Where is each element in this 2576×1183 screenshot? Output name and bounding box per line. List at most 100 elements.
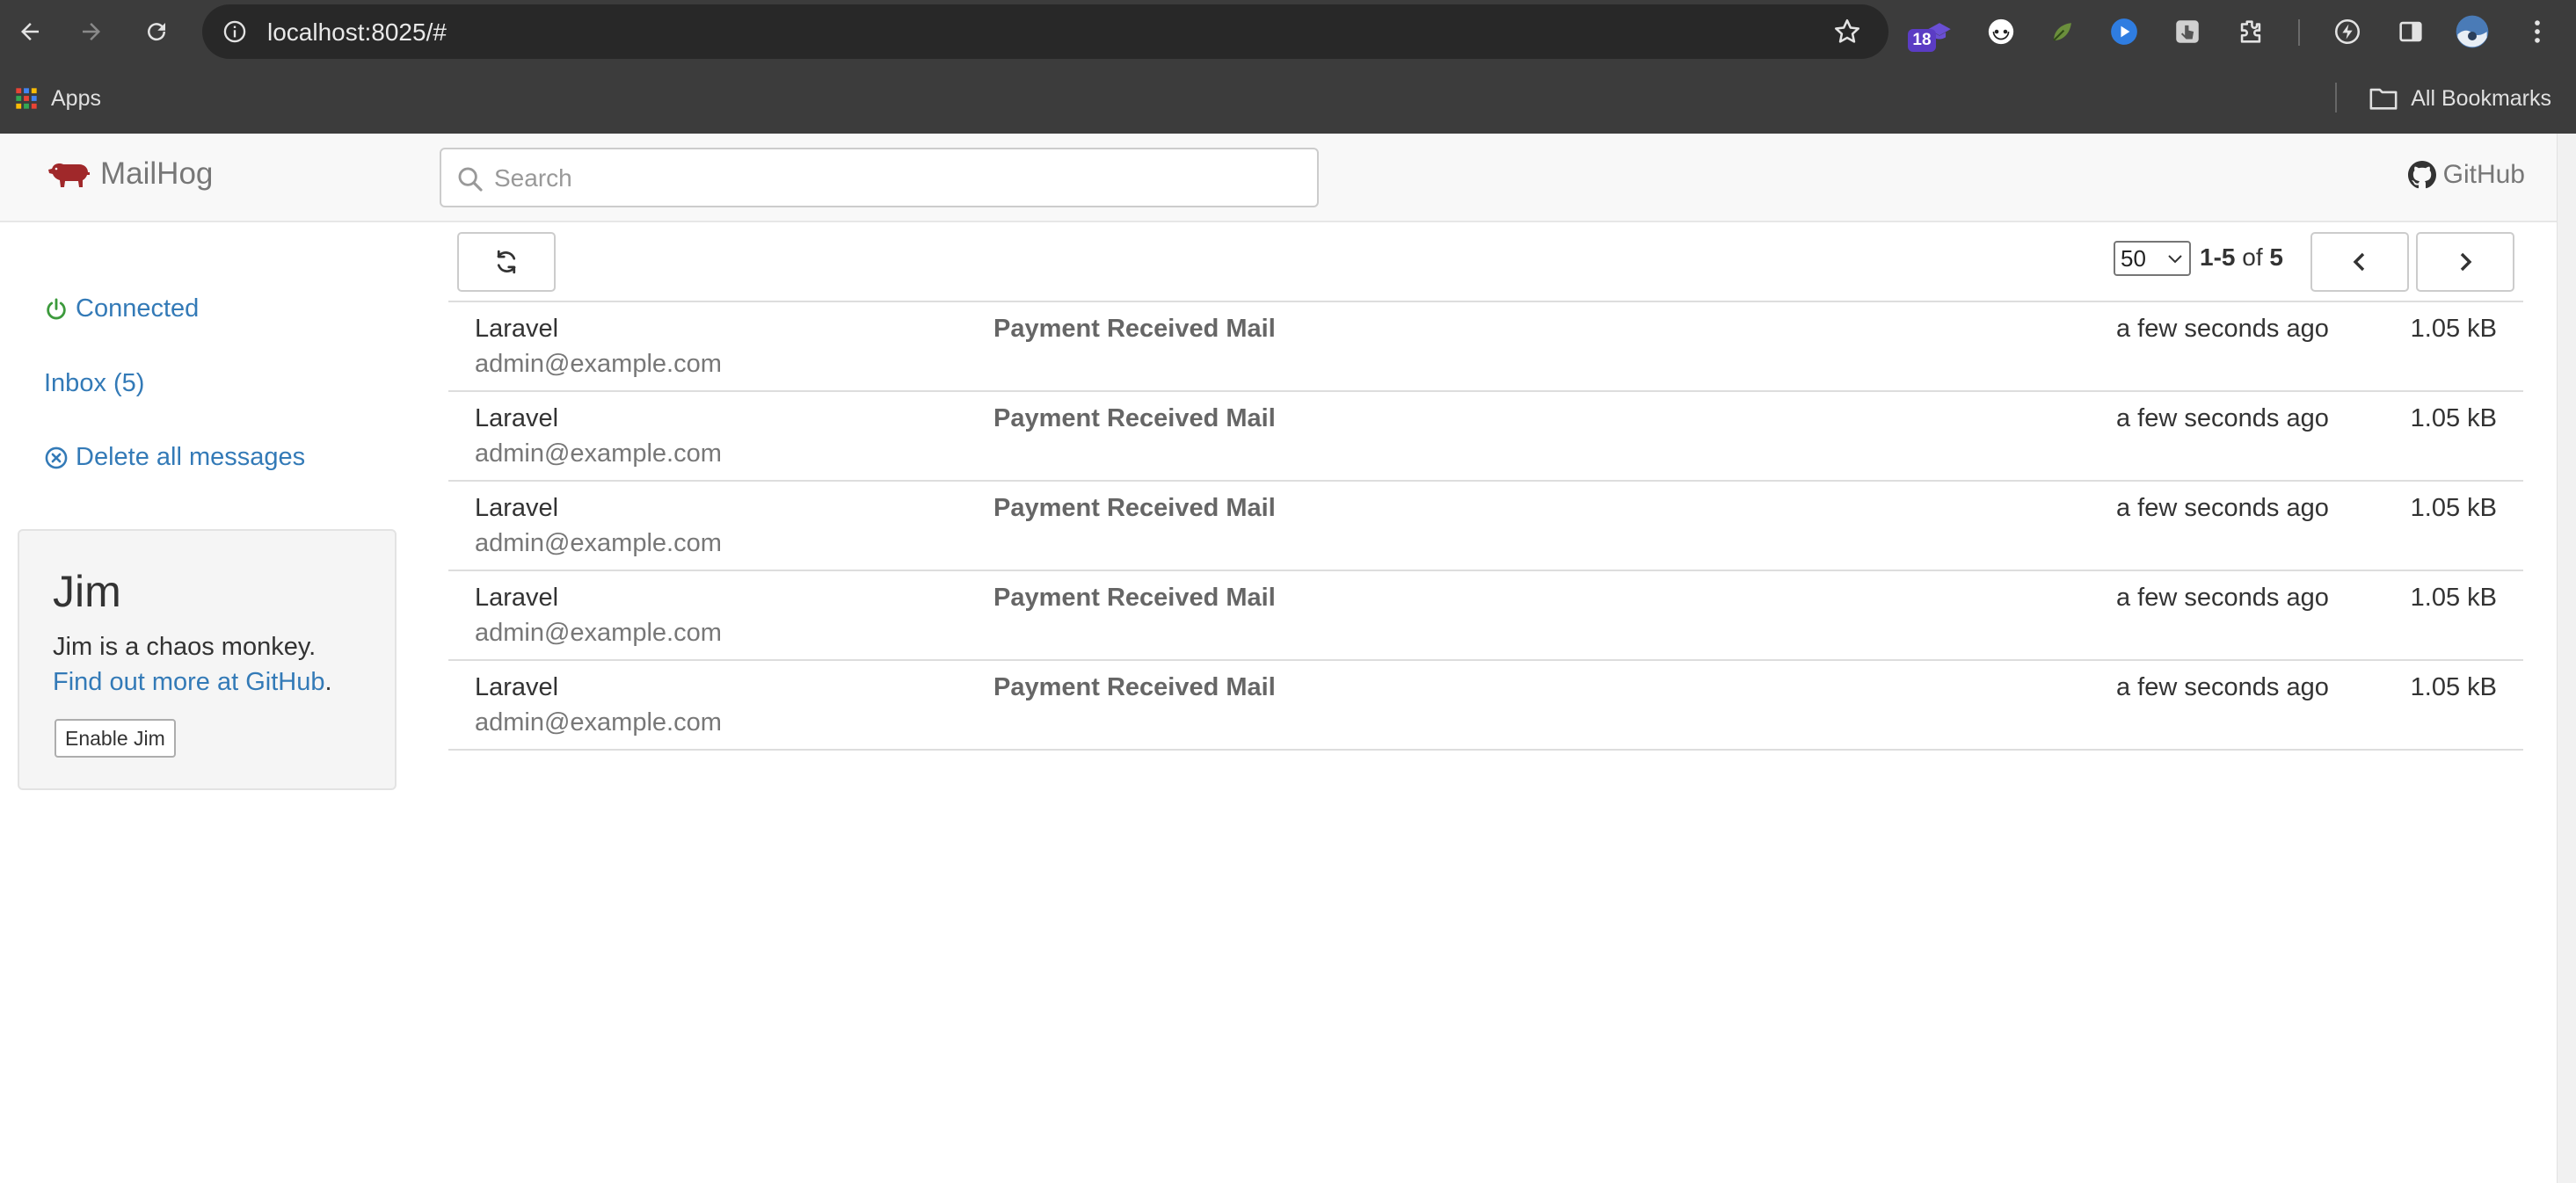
performance-icon[interactable]	[2330, 14, 2365, 49]
delete-all-messages-link[interactable]: Delete all messages	[44, 443, 305, 472]
address-bar[interactable]: localhost:8025/#	[202, 4, 1888, 59]
message-size: 1.05 kB	[2410, 494, 2497, 522]
reload-button[interactable]	[137, 12, 176, 51]
message-list: Laravel admin@example.com Payment Receiv…	[448, 301, 2523, 751]
next-page-button[interactable]	[2416, 232, 2514, 292]
arrow-right-icon	[83, 23, 100, 40]
toolbar-separator	[2298, 19, 2300, 46]
connected-label: Connected	[76, 294, 200, 323]
message-time: a few seconds ago	[2116, 673, 2329, 701]
message-from: Laravel	[475, 315, 559, 343]
search-input[interactable]	[494, 158, 1303, 199]
extension-leaf-icon[interactable]	[2045, 14, 2080, 49]
url-text[interactable]: localhost:8025/#	[267, 18, 447, 47]
chevron-left-icon	[2353, 252, 2365, 272]
jim-description-block: Jim is a chaos monkey. Find out more at …	[53, 629, 332, 700]
message-size: 1.05 kB	[2410, 404, 2497, 432]
reload-icon	[148, 23, 166, 41]
message-email: admin@example.com	[475, 439, 722, 468]
side-panel-icon[interactable]	[2393, 14, 2428, 49]
message-time: a few seconds ago	[2116, 494, 2329, 522]
range-of: of	[2242, 243, 2263, 271]
github-icon	[2407, 161, 2436, 189]
extension-badge: 18	[1908, 29, 1936, 52]
inbox-label: Inbox (5)	[44, 369, 145, 397]
bookmark-apps[interactable]: Apps	[14, 83, 101, 114]
jim-link-suffix: .	[324, 668, 332, 696]
page-scrollbar[interactable]	[2557, 134, 2576, 1183]
per-page-value: 50	[2121, 244, 2146, 272]
extension-play-icon[interactable]	[2107, 14, 2142, 49]
message-size: 1.05 kB	[2410, 584, 2497, 612]
profile-avatar-icon[interactable]	[2455, 14, 2490, 49]
pagination-range: 1-5 of 5	[2200, 243, 2283, 272]
message-time: a few seconds ago	[2116, 315, 2329, 343]
bookmark-star-icon[interactable]	[1830, 15, 1864, 48]
browser-toolbar: localhost:8025/# 18	[0, 0, 2576, 63]
bookmarks-separator	[2335, 83, 2337, 112]
previous-page-button[interactable]	[2310, 232, 2409, 292]
per-page-select[interactable]: 50	[2114, 241, 2191, 276]
chevron-down-icon	[2168, 255, 2182, 264]
message-from: Laravel	[475, 584, 559, 612]
jim-title: Jim	[53, 567, 121, 616]
connection-status[interactable]: Connected	[44, 294, 199, 323]
message-subject: Payment Received Mail	[993, 494, 1276, 522]
search-box[interactable]	[440, 148, 1319, 207]
github-label: GitHub	[2442, 160, 2525, 189]
all-bookmarks[interactable]: All Bookmarks	[2369, 83, 2551, 114]
extension-eye-icon[interactable]	[1983, 14, 2019, 49]
message-time: a few seconds ago	[2116, 404, 2329, 432]
extension-touch-icon[interactable]	[2170, 14, 2205, 49]
message-subject: Payment Received Mail	[993, 315, 1276, 343]
arrow-left-icon	[21, 23, 39, 40]
pig-logo-icon	[48, 163, 90, 187]
power-icon	[47, 298, 66, 319]
message-subject: Payment Received Mail	[993, 584, 1276, 612]
jim-panel: Jim Jim is a chaos monkey. Find out more…	[18, 529, 397, 790]
back-button[interactable]	[11, 12, 49, 51]
site-info-icon[interactable]	[220, 17, 250, 47]
message-row[interactable]: Laravel admin@example.com Payment Receiv…	[448, 661, 2523, 751]
message-size: 1.05 kB	[2410, 315, 2497, 343]
chevron-right-icon	[2460, 252, 2472, 272]
message-from: Laravel	[475, 494, 559, 522]
browser-menu-icon[interactable]	[2520, 14, 2555, 49]
jim-link-line: Find out more at GitHub.	[53, 664, 332, 700]
message-email: admin@example.com	[475, 529, 722, 557]
message-from: Laravel	[475, 404, 559, 432]
browser-chrome: localhost:8025/# 18 Apps All Bookmarks	[0, 0, 2576, 134]
message-email: admin@example.com	[475, 708, 722, 737]
bookmarks-bar: Apps All Bookmarks	[0, 63, 2576, 134]
refresh-icon	[497, 250, 516, 274]
range-value: 1-5	[2200, 243, 2236, 271]
message-from: Laravel	[475, 673, 559, 701]
search-icon	[458, 167, 483, 192]
brand-name: MailHog	[100, 156, 214, 191]
folder-icon	[2369, 88, 2398, 110]
delete-all-label: Delete all messages	[76, 443, 306, 471]
jim-github-link[interactable]: Find out more at GitHub	[53, 668, 324, 696]
forward-button[interactable]	[72, 12, 111, 51]
message-subject: Payment Received Mail	[993, 673, 1276, 701]
message-row[interactable]: Laravel admin@example.com Payment Receiv…	[448, 302, 2523, 392]
message-row[interactable]: Laravel admin@example.com Payment Receiv…	[448, 571, 2523, 661]
close-circle-icon	[45, 446, 68, 468]
range-total: 5	[2269, 243, 2283, 271]
extensions-puzzle-icon[interactable]	[2233, 14, 2268, 49]
sidebar-item-inbox[interactable]: Inbox (5)	[44, 369, 144, 398]
message-email: admin@example.com	[475, 350, 722, 378]
message-size: 1.05 kB	[2410, 673, 2497, 701]
apps-grid-icon	[16, 88, 37, 109]
message-subject: Payment Received Mail	[993, 404, 1276, 432]
github-link[interactable]: GitHub	[2407, 160, 2525, 190]
apps-label: Apps	[51, 85, 101, 111]
app-navbar: MailHog GitHub	[0, 134, 2557, 222]
refresh-button[interactable]	[457, 232, 556, 292]
all-bookmarks-label: All Bookmarks	[2411, 85, 2551, 111]
message-row[interactable]: Laravel admin@example.com Payment Receiv…	[448, 482, 2523, 571]
message-time: a few seconds ago	[2116, 584, 2329, 612]
enable-jim-button[interactable]: Enable Jim	[55, 719, 176, 758]
message-row[interactable]: Laravel admin@example.com Payment Receiv…	[448, 392, 2523, 482]
brand-link[interactable]: MailHog	[46, 156, 213, 192]
